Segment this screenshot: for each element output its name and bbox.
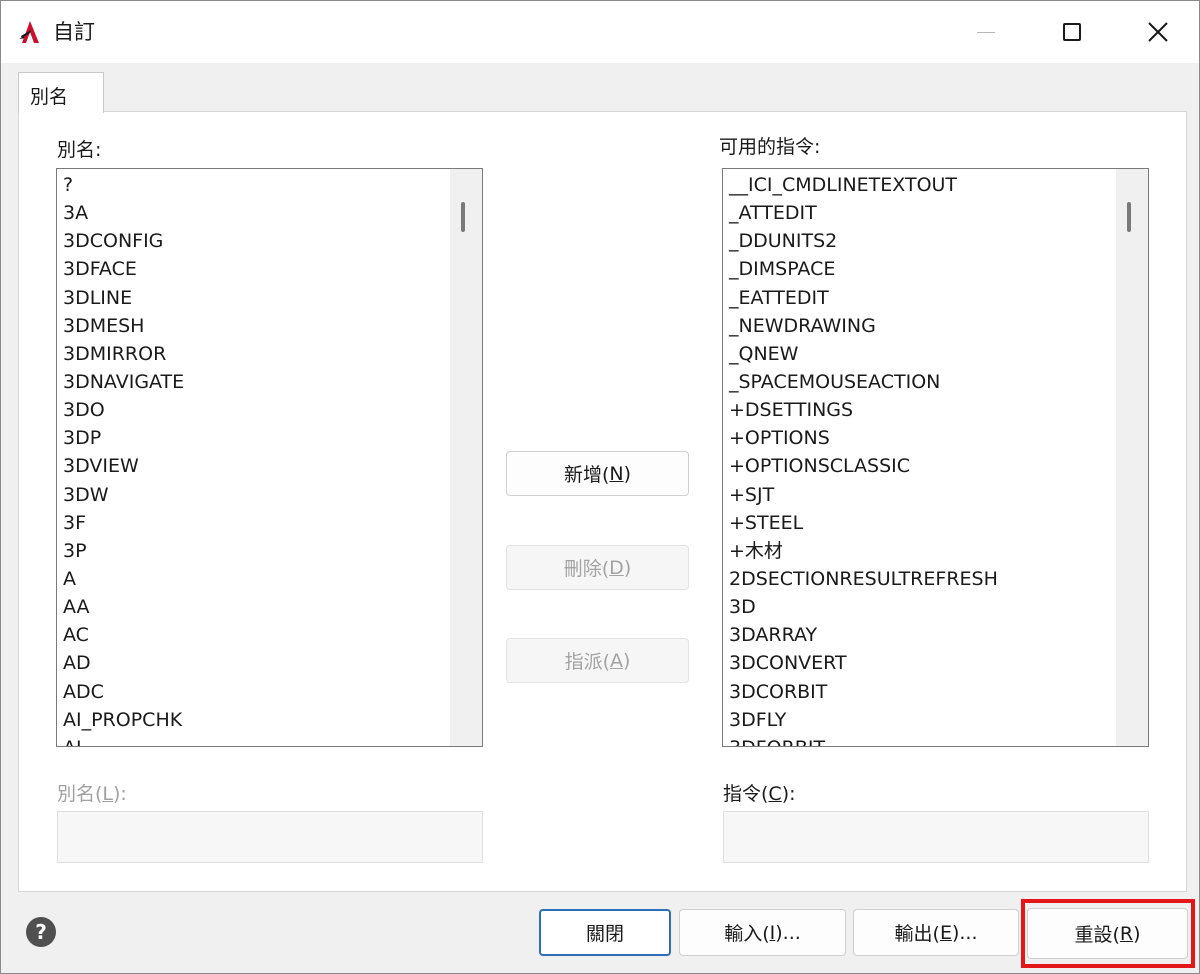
alias-list-label: 別名: [57, 139, 102, 161]
list-item[interactable]: 3A [63, 199, 451, 227]
import-button[interactable]: 輸入(I)... [679, 909, 846, 956]
maximize-icon [1063, 23, 1081, 41]
list-item[interactable]: _DDUNITS2 [729, 227, 1117, 255]
list-item[interactable]: +OPTIONS [729, 424, 1117, 452]
list-item[interactable]: AC [63, 621, 451, 649]
list-item[interactable]: 3DMESH [63, 312, 451, 340]
list-item[interactable]: 3DCONFIG [63, 227, 451, 255]
list-item[interactable]: ADC [63, 678, 451, 706]
list-item[interactable]: __ICI_CMDLINETEXTOUT [729, 171, 1117, 199]
list-item[interactable]: 3DFORBIT [729, 734, 1117, 746]
list-item[interactable]: 3P [63, 537, 451, 565]
alias-list-scrollbar[interactable] [450, 169, 482, 746]
app-logo-icon [19, 21, 39, 43]
list-item[interactable]: +DSETTINGS [729, 396, 1117, 424]
list-item[interactable]: 3DW [63, 481, 451, 509]
tab-alias[interactable]: 別名 [18, 72, 104, 113]
list-item[interactable]: _SPACEMOUSEACTION [729, 368, 1117, 396]
list-item[interactable]: +SJT [729, 481, 1117, 509]
list-item[interactable]: AI_PROPCHK [63, 706, 451, 734]
minimize-button[interactable] [943, 1, 1029, 63]
command-list-items: __ICI_CMDLINETEXTOUT _ATTEDIT _DDUNITS2 _DI… [723, 169, 1117, 746]
list-item[interactable]: AI [63, 734, 451, 746]
list-item[interactable]: 3D [729, 593, 1117, 621]
list-item[interactable]: ? [63, 171, 451, 199]
export-button[interactable]: 輸出(E)... [853, 909, 1019, 956]
list-item[interactable]: _NEWDRAWING [729, 312, 1117, 340]
list-item[interactable]: 3DARRAY [729, 621, 1117, 649]
list-item[interactable]: AA [63, 593, 451, 621]
list-item[interactable]: 3DFACE [63, 255, 451, 283]
title-bar: 自訂 [1, 1, 1199, 63]
list-item[interactable]: 3DVIEW [63, 452, 451, 480]
delete-button[interactable]: 刪除(D) [506, 545, 689, 590]
close-button[interactable]: 關閉 [539, 909, 671, 956]
list-item[interactable]: 3DCONVERT [729, 649, 1117, 677]
maximize-button[interactable] [1029, 1, 1115, 63]
list-item[interactable]: 3DFLY [729, 706, 1117, 734]
alias-list-items: ? 3A 3DCONFIG 3DFACE 3DLINE 3DMESH 3DMIRROR 3DN… [57, 169, 451, 746]
alias-listbox[interactable]: ? 3A 3DCONFIG 3DFACE 3DLINE 3DMESH 3DMIRROR 3DN… [56, 168, 483, 747]
command-list-scrollbar[interactable] [1116, 169, 1148, 746]
list-item[interactable]: +OPTIONSCLASSIC [729, 452, 1117, 480]
list-item[interactable]: 3F [63, 509, 451, 537]
list-item[interactable]: _DIMSPACE [729, 255, 1117, 283]
list-item[interactable]: 3DP [63, 424, 451, 452]
help-icon[interactable]: ? [26, 917, 56, 947]
list-item[interactable]: +木材 [729, 537, 1117, 565]
command-scroll-thumb[interactable] [1127, 202, 1131, 232]
list-item[interactable]: _ATTEDIT [729, 199, 1117, 227]
customize-dialog: 自訂 別名 別名: ? 3A 3DCONFIG 3DFACE 3DLINE 3DMESH 3… [0, 0, 1200, 974]
list-item[interactable]: 3DO [63, 396, 451, 424]
close-icon [1148, 22, 1168, 42]
command-list-label: 可用的指令: [719, 136, 821, 158]
command-field-label: 指令(C): [723, 783, 796, 805]
assign-button[interactable]: 指派(A) [506, 638, 689, 683]
alias-field[interactable] [57, 811, 483, 863]
list-item[interactable]: A [63, 565, 451, 593]
list-item[interactable]: 3DNAVIGATE [63, 368, 451, 396]
window-title: 自訂 [53, 20, 95, 44]
list-item[interactable]: _EATTEDIT [729, 284, 1117, 312]
command-listbox[interactable]: __ICI_CMDLINETEXTOUT _ATTEDIT _DDUNITS2 _DI… [722, 168, 1149, 747]
list-item[interactable]: 3DMIRROR [63, 340, 451, 368]
list-item[interactable]: 3DLINE [63, 284, 451, 312]
command-field[interactable] [723, 811, 1149, 863]
minimize-icon [977, 31, 995, 33]
list-item[interactable]: +STEEL [729, 509, 1117, 537]
list-item[interactable]: _QNEW [729, 340, 1117, 368]
list-item[interactable]: AD [63, 649, 451, 677]
alias-field-label: 別名(L): [57, 783, 127, 805]
list-item[interactable]: 2DSECTIONRESULTREFRESH [729, 565, 1117, 593]
close-window-button[interactable] [1115, 1, 1200, 63]
alias-scroll-thumb[interactable] [461, 202, 465, 232]
reset-button[interactable]: 重設(R) [1027, 908, 1188, 959]
add-button[interactable]: 新增(N) [506, 451, 689, 496]
list-item[interactable]: 3DCORBIT [729, 678, 1117, 706]
